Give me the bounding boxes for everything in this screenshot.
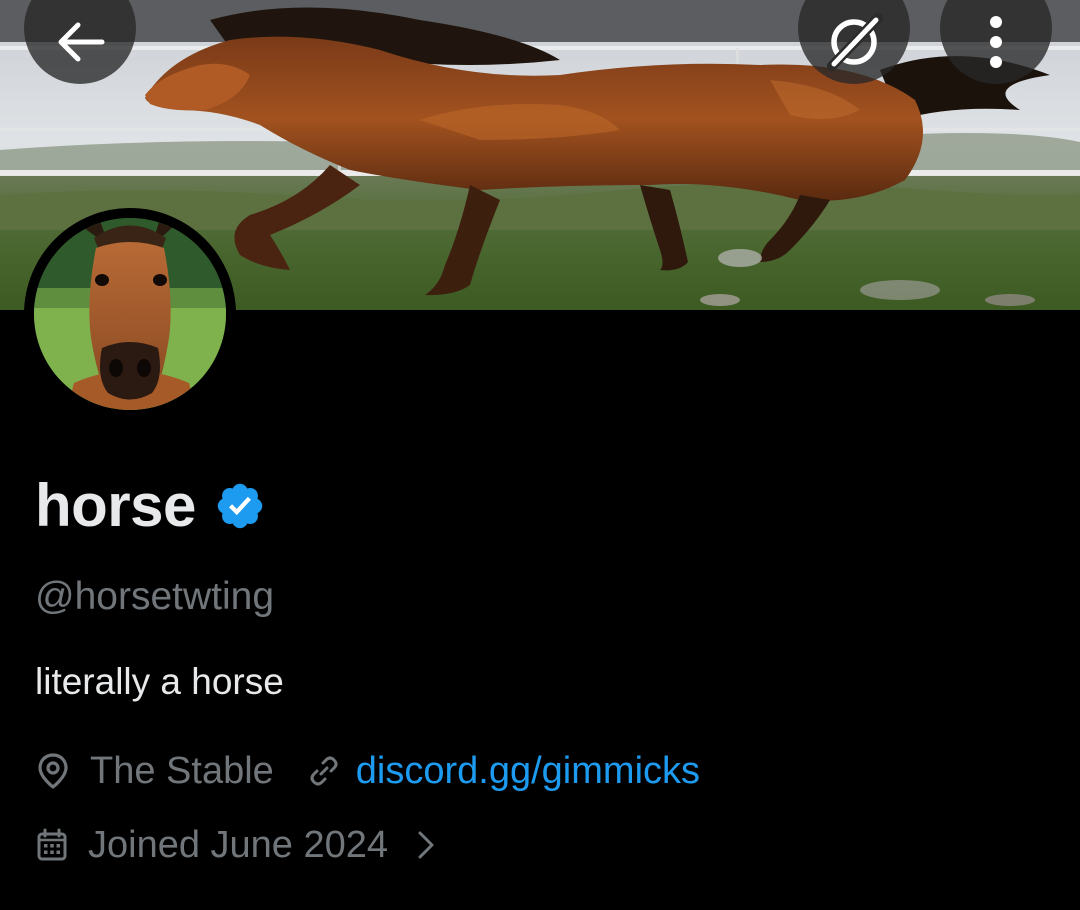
joined-text: Joined June 2024 <box>88 823 389 866</box>
profile-meta-row: The Stable discord.gg/gimmicks <box>36 744 700 798</box>
profile-name-row: horse <box>35 468 266 544</box>
location-item: The Stable <box>36 750 274 793</box>
display-name: horse <box>35 472 196 539</box>
link-icon <box>310 756 338 786</box>
location-pin-icon <box>38 753 68 789</box>
joined-item: Joined June 2024 <box>36 824 388 867</box>
calendar-icon <box>37 828 67 861</box>
profile-avatar[interactable] <box>24 208 236 420</box>
grok-icon <box>827 13 883 71</box>
location-text: The Stable <box>90 749 274 792</box>
joined-row[interactable]: Joined June 2024 <box>36 818 436 872</box>
website-link-text[interactable]: discord.gg/gimmicks <box>356 750 700 793</box>
chevron-right-icon[interactable] <box>416 829 436 861</box>
verified-badge-icon[interactable] <box>214 480 266 532</box>
website-link[interactable]: discord.gg/gimmicks <box>306 750 700 793</box>
more-vertical-icon <box>990 16 1002 68</box>
profile-handle: @horsetwting <box>35 575 275 618</box>
profile-bio: literally a horse <box>35 661 284 702</box>
arrow-left-icon <box>58 22 105 62</box>
